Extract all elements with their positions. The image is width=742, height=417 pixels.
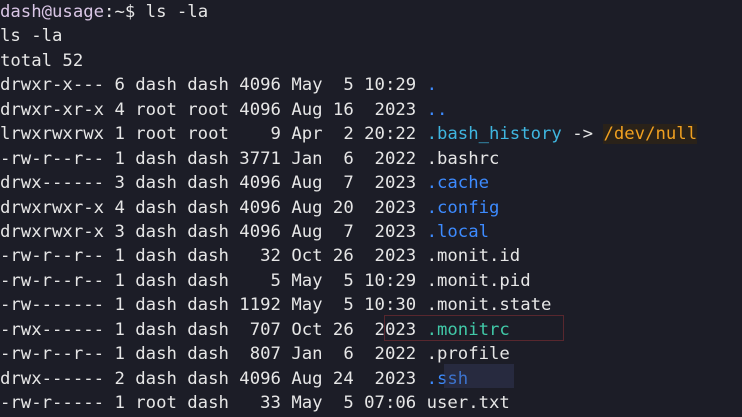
entry-metadata: -rw-r----- 1 root dash 33 May 5 07:06 — [0, 393, 427, 413]
total-line: total 52 — [0, 50, 84, 71]
entry-metadata: drwxr-x--- 6 dash dash 4096 May 5 10:29 — [0, 75, 427, 96]
listing-row: -rw-r----- 1 root dash 33 May 5 07:06 us… — [0, 391, 742, 415]
directory-listing: drwxr-x--- 6 dash dash 4096 May 5 10:29 … — [0, 73, 742, 415]
listing-row: lrwxrwxrwx 1 root root 9 Apr 2 20:22 .ba… — [0, 122, 742, 146]
listing-row: -rw-r--r-- 1 dash dash 32 Oct 26 2023 .m… — [0, 244, 742, 268]
entry-filename[interactable]: .local — [427, 222, 489, 242]
symlink-arrow: -> — [561, 124, 604, 145]
terminal-window[interactable]: dash@usage:~$ ls -la ls -la total 52 drw… — [0, 0, 742, 417]
listing-row: -rw-r--r-- 1 dash dash 807 Jan 6 2022 .p… — [0, 342, 742, 366]
listing-row: -rw-r--r-- 1 dash dash 3771 Jan 6 2022 .… — [0, 147, 742, 171]
listing-row: drwxrwxr-x 3 dash dash 4096 Aug 7 2023 .… — [0, 220, 742, 244]
entry-filename[interactable]: .profile — [427, 344, 510, 364]
entry-metadata: drwxr-xr-x 4 root root 4096 Aug 16 2023 — [0, 99, 427, 120]
entry-metadata: -rw-r--r-- 1 dash dash 807 Jan 6 2022 — [0, 344, 427, 365]
prompt-user-host: dash@usage — [0, 2, 105, 22]
listing-row: drwx------ 2 dash dash 4096 Aug 24 2023 … — [0, 367, 742, 391]
listing-row: drwxr-x--- 6 dash dash 4096 May 5 10:29 … — [0, 73, 742, 97]
entry-metadata: -rw------- 1 dash dash 1192 May 5 10:30 — [0, 295, 427, 316]
entry-filename[interactable]: .bashrc — [427, 149, 500, 169]
listing-row: drwxr-xr-x 4 root root 4096 Aug 16 2023 … — [0, 98, 742, 122]
prompt-line: dash@usage:~$ ls -la — [0, 0, 742, 24]
entry-filename[interactable]: .bash_history — [427, 124, 562, 144]
echo-command-line: ls -la — [0, 26, 63, 47]
listing-row: drwx------ 3 dash dash 4096 Aug 7 2023 .… — [0, 171, 742, 195]
entry-metadata: lrwxrwxrwx 1 root root 9 Apr 2 20:22 — [0, 124, 427, 145]
listing-row: -rw-r--r-- 1 dash dash 5 May 5 10:29 .mo… — [0, 269, 742, 293]
entry-filename[interactable]: .monit.pid — [427, 271, 531, 291]
entry-metadata: drwxrwxr-x 4 dash dash 4096 Aug 20 2023 — [0, 197, 427, 218]
entry-filename[interactable]: . — [427, 75, 437, 95]
entry-metadata: drwx------ 3 dash dash 4096 Aug 7 2023 — [0, 173, 427, 194]
entry-filename[interactable]: .ssh — [427, 369, 469, 389]
listing-row: drwxrwxr-x 4 dash dash 4096 Aug 20 2023 … — [0, 196, 742, 220]
entry-metadata: -rw-r--r-- 1 dash dash 32 Oct 26 2023 — [0, 246, 427, 267]
entry-metadata: -rwx------ 1 dash dash 707 Oct 26 2023 — [0, 319, 427, 340]
entry-filename[interactable]: .config — [427, 198, 500, 218]
prompt-command: ls -la — [135, 2, 209, 22]
prompt-path: :~$ — [104, 2, 136, 22]
entry-metadata: drwxrwxr-x 3 dash dash 4096 Aug 7 2023 — [0, 221, 427, 242]
symlink-target[interactable]: /dev/null — [603, 124, 698, 145]
entry-metadata: -rw-r--r-- 1 dash dash 5 May 5 10:29 — [0, 270, 427, 291]
entry-filename[interactable]: .monit.id — [427, 246, 521, 266]
entry-filename[interactable]: .cache — [427, 173, 489, 193]
listing-row: -rw------- 1 dash dash 1192 May 5 10:30 … — [0, 293, 742, 317]
entry-filename[interactable]: .monit.state — [427, 295, 552, 315]
listing-row: -rwx------ 1 dash dash 707 Oct 26 2023 .… — [0, 318, 742, 342]
entry-filename[interactable]: user.txt — [427, 393, 510, 413]
entry-metadata: -rw-r--r-- 1 dash dash 3771 Jan 6 2022 — [0, 148, 427, 169]
entry-metadata: drwx------ 2 dash dash 4096 Aug 24 2023 — [0, 368, 427, 389]
entry-filename[interactable]: .monitrc — [427, 320, 510, 340]
entry-filename[interactable]: .. — [427, 100, 448, 120]
